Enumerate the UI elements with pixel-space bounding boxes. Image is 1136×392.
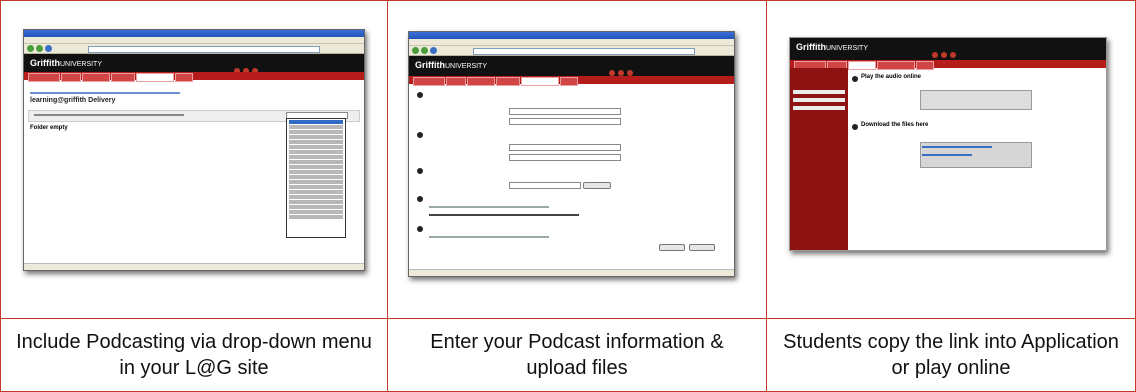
content-type-dropdown[interactable]: [286, 118, 346, 238]
griffith-logo: GriffithUNIVERSITY: [796, 42, 869, 52]
lag-site-screenshot: GriffithUNIVERSITY learning@griffith Del…: [23, 29, 365, 271]
griffith-banner: GriffithUNIVERSITY: [409, 56, 734, 76]
step1-caption: Include Podcasting via drop-down menu in…: [16, 331, 372, 379]
griffith-banner: GriffithUNIVERSITY: [24, 54, 364, 74]
step3-caption-cell: Students copy the link into Application …: [767, 319, 1135, 391]
browser-toolbar: [409, 46, 734, 56]
browser-toolbar: [24, 44, 364, 54]
griffith-logo: GriffithUNIVERSITY: [30, 58, 103, 68]
podcast-form-screenshot: GriffithUNIVERSITY: [408, 31, 735, 277]
step3-caption: Students copy the link into Application …: [783, 331, 1119, 379]
folder-empty-text: Folder empty: [30, 125, 68, 131]
step1-caption-cell: Include Podcasting via drop-down menu in…: [1, 319, 388, 391]
step2-image-cell: GriffithUNIVERSITY: [388, 1, 767, 319]
step2-caption: Enter your Podcast information & upload …: [430, 331, 724, 379]
student-view-screenshot: GriffithUNIVERSITY Play the audio online…: [789, 37, 1107, 251]
page-title: learning@griffith Delivery: [30, 97, 116, 104]
step2-caption-cell: Enter your Podcast information & upload …: [388, 319, 767, 391]
submit-button[interactable]: [689, 244, 715, 251]
step1-image-cell: GriffithUNIVERSITY learning@griffith Del…: [1, 1, 388, 319]
podcasting-steps-table: GriffithUNIVERSITY learning@griffith Del…: [0, 0, 1136, 392]
course-menu-sidebar: [790, 68, 848, 250]
griffith-banner: GriffithUNIVERSITY: [790, 38, 1106, 60]
step3-image-cell: GriffithUNIVERSITY Play the audio online…: [767, 1, 1135, 319]
cancel-button[interactable]: [659, 244, 685, 251]
griffith-logo: GriffithUNIVERSITY: [415, 60, 488, 70]
